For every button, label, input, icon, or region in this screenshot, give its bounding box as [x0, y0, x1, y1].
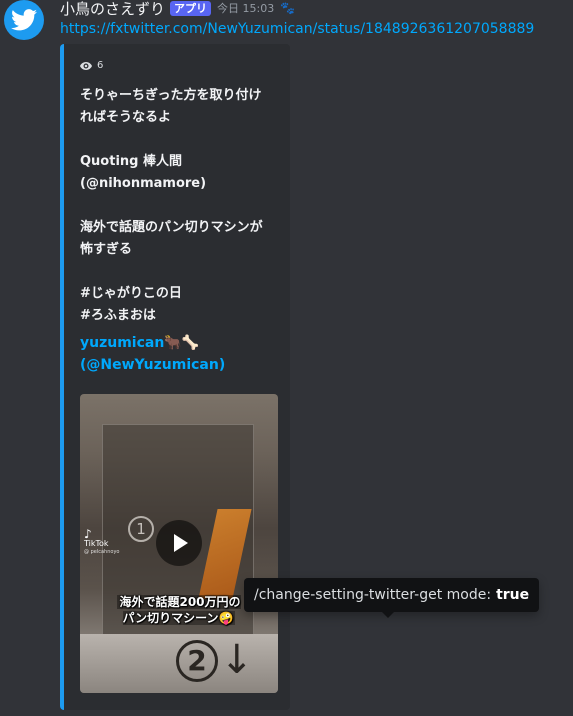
command-tooltip: /change-setting-twitter-get mode: true: [244, 578, 540, 618]
marker-one: 1: [128, 516, 154, 542]
tiktok-watermark: ♪ TikTok @ pelcahnoyo: [84, 527, 120, 557]
video-caption: 海外で話題200万円の パン切りマシーン🤪: [109, 594, 249, 626]
tweet-link[interactable]: https://fxtwitter.com/NewYuzumican/statu…: [60, 21, 534, 37]
down-arrow-icon: ↓: [220, 637, 254, 683]
tooltip-command: /change-setting-twitter-get mode:: [254, 587, 492, 603]
twitter-bird-icon: [11, 9, 37, 31]
message-header: 小鳥のさえずり アプリ 今日 15:03 🐾: [60, 0, 296, 19]
embed-description: そりゃーちぎった方を取り付け ればそうなるよ Quoting 棒人間 (@nih…: [80, 88, 263, 323]
view-count-value: 6: [97, 60, 104, 71]
tooltip-value: true: [496, 587, 530, 603]
video-caption-text: 海外で話題200万円の パン切りマシーン🤪: [117, 595, 241, 625]
paw-icon: 🐾: [280, 1, 296, 15]
avatar[interactable]: [4, 0, 44, 40]
marker-two: 2: [176, 640, 218, 682]
video-thumbnail[interactable]: 1 2 ↓ ♪ TikTok @ pelcahnoyo 海外で話題200万円の …: [80, 394, 278, 693]
timestamp: 今日 15:03: [217, 2, 275, 15]
app-badge: アプリ: [170, 0, 212, 16]
play-button[interactable]: [156, 520, 202, 566]
embed-author-link[interactable]: yuzumican🐂🦴 (@NewYuzumican): [80, 332, 280, 376]
tiktok-handle: @ pelcahnoyo: [84, 549, 120, 555]
view-count: 6: [80, 60, 103, 71]
tiktok-logo-icon: ♪: [84, 527, 92, 541]
username[interactable]: 小鳥のさえずり: [60, 0, 165, 19]
eye-icon: [80, 61, 92, 70]
tiktok-label: TikTok: [84, 539, 109, 548]
